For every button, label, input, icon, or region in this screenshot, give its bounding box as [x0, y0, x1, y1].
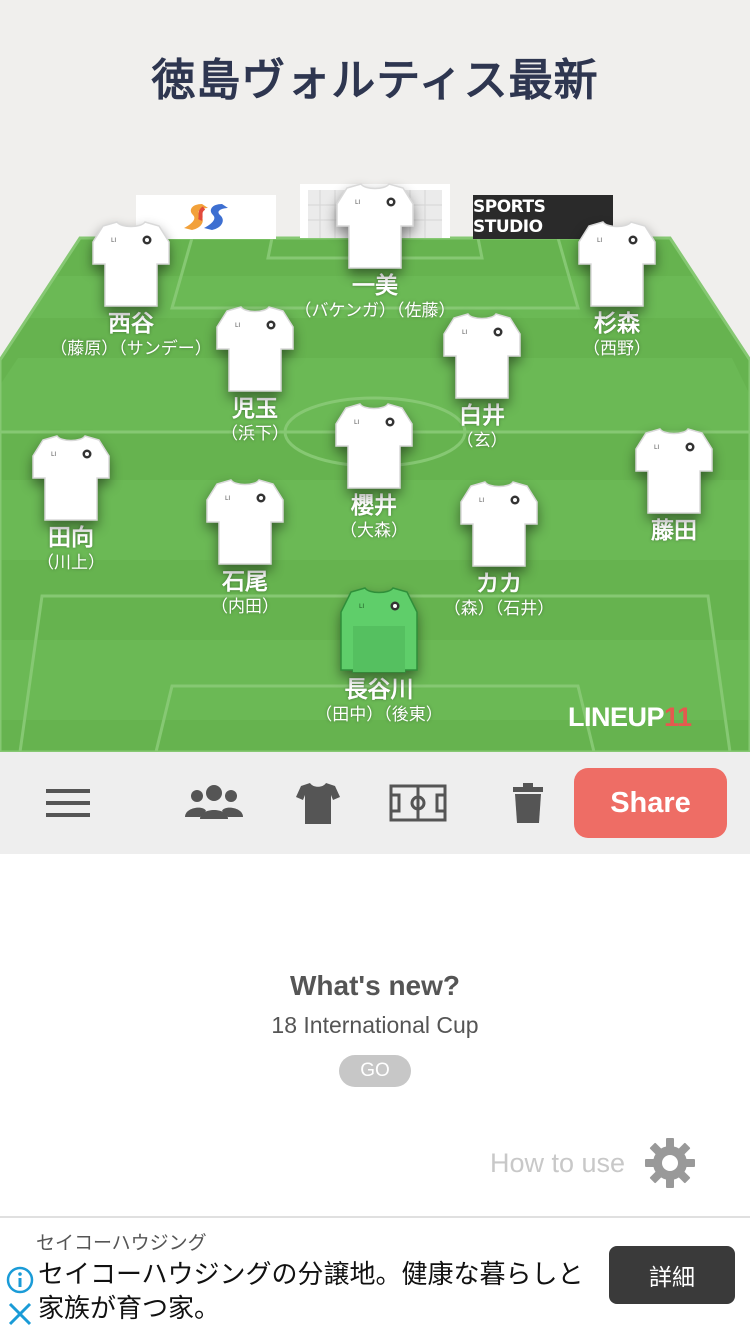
svg-text:LI: LI [225, 495, 230, 502]
how-to-use-label: How to use [490, 1147, 626, 1178]
shirt-icon: LI [460, 481, 538, 567]
player-subs: （田中）（後東） [315, 705, 443, 725]
svg-text:LI: LI [51, 451, 56, 458]
ad-banner[interactable]: セイコーハウジング セイコーハウジングの分譲地。健康な暮らしと家族が育つ家。 詳… [0, 1216, 750, 1334]
player-slot[interactable]: LI 一美 （バケンガ）（佐藤） [290, 180, 460, 322]
close-icon[interactable] [6, 1300, 34, 1328]
player-subs: （川上） [37, 553, 105, 573]
svg-text:LI: LI [462, 329, 467, 336]
lineup11-logo: LINEUP11 [568, 702, 692, 732]
ad-advertiser: セイコーハウジング [36, 1232, 207, 1254]
pitch-icon [389, 784, 447, 822]
goalkeeper-shirt-icon: LI [340, 587, 418, 673]
players-button[interactable] [176, 752, 252, 854]
svg-text:LI: LI [355, 199, 360, 206]
share-button[interactable]: Share [574, 768, 727, 838]
kit-button[interactable] [280, 752, 356, 854]
shirt-icon: LI [635, 428, 713, 514]
shirt-icon: LI [92, 221, 170, 307]
svg-text:LI: LI [235, 322, 240, 329]
shirt-icon: LI [336, 183, 414, 269]
whats-new-title: What's new? [290, 970, 460, 1001]
menu-button[interactable] [30, 752, 106, 854]
menu-icon [46, 789, 90, 817]
player-slot[interactable]: LI 藤田 [589, 425, 750, 545]
info-icon[interactable] [6, 1266, 34, 1294]
player-name: 長谷川 [344, 677, 414, 703]
svg-text:LI: LI [354, 419, 359, 426]
whats-new-section: What's new? 18 International Cup GO [0, 970, 750, 1087]
go-button[interactable]: GO [339, 1055, 411, 1087]
svg-text:LI: LI [654, 444, 659, 451]
users-icon [185, 785, 243, 819]
gear-icon[interactable] [643, 1136, 697, 1190]
svg-text:LI: LI [111, 237, 116, 244]
player-name: 田向 [48, 525, 94, 551]
how-to-use-link[interactable]: How to use [490, 1136, 697, 1190]
shirt-icon: LI [32, 435, 110, 521]
goalkeeper-slot[interactable]: LI 長谷川 （田中）（後東） [294, 584, 464, 726]
player-name: 一美 [352, 273, 398, 299]
lineup-area: 徳島ヴォルティス最新 SPORTS STUDIO LI 一美 （バケンガ）（佐藤… [0, 0, 750, 752]
shirt-icon: LI [335, 403, 413, 489]
shirt-icon: LI [578, 221, 656, 307]
ad-details-button[interactable]: 詳細 [609, 1246, 735, 1304]
player-name: 藤田 [651, 518, 697, 544]
formation-button[interactable] [380, 752, 456, 854]
player-slot[interactable]: LI 田向 （川上） [0, 432, 156, 574]
trash-icon [513, 783, 543, 823]
whats-new-subtitle: 18 International Cup [271, 1012, 479, 1038]
shirt-icon: LI [443, 313, 521, 399]
delete-button[interactable] [490, 752, 566, 854]
shirt-icon: LI [216, 306, 294, 392]
shirt-icon: LI [206, 479, 284, 565]
bottom-toolbar: Share [0, 752, 750, 854]
svg-text:LI: LI [359, 603, 364, 610]
svg-text:LI: LI [597, 237, 602, 244]
svg-text:LI: LI [479, 497, 484, 504]
ad-text[interactable]: セイコーハウジングの分譲地。健康な暮らしと家族が育つ家。 [38, 1258, 608, 1326]
shirt-icon [296, 783, 340, 824]
